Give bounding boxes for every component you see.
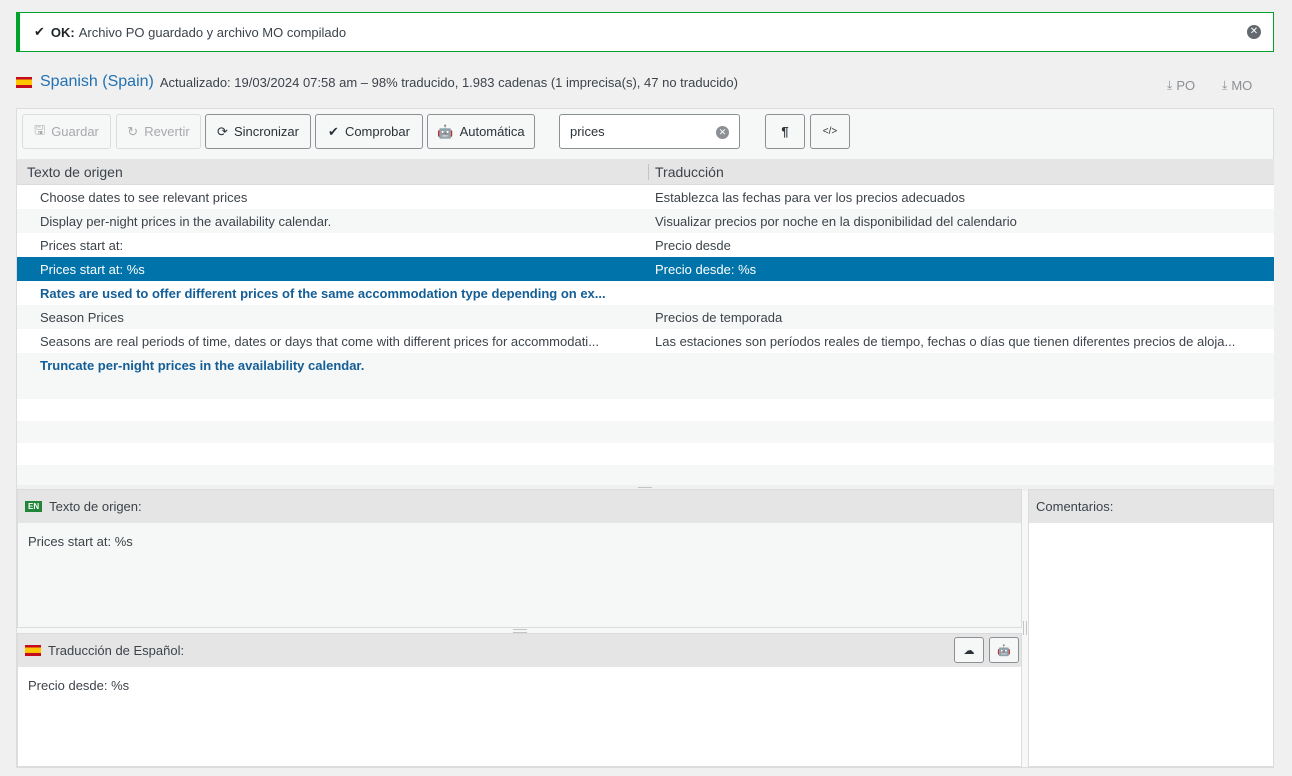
- row-source: Prices start at: %s: [40, 261, 145, 277]
- row-target: Precio desde: [655, 237, 731, 253]
- robot-icon: 🤖: [997, 644, 1011, 657]
- check-label: Comprobar: [344, 124, 410, 139]
- editor-toolbar: 🖫 Guardar ↻ Revertir ⟳ Sincronizar ✔ Com…: [17, 109, 1273, 159]
- code-icon: </>: [822, 126, 838, 137]
- toggle-code-button[interactable]: </>: [810, 114, 850, 149]
- download-mo-label: MO: [1231, 78, 1253, 93]
- checkmark-icon: ✔: [328, 123, 339, 139]
- table-row[interactable]: Season Prices Precios de temporada: [17, 305, 1274, 329]
- row-target: Precio desde: %s: [655, 261, 757, 277]
- row-source: Choose dates to see relevant prices: [40, 189, 248, 205]
- row-source: Seasons are real periods of time, dates …: [40, 333, 600, 349]
- source-pane: EN Texto de origen: Prices start at: %s: [17, 489, 1022, 628]
- pilcrow-icon: ¶: [781, 124, 789, 139]
- table-row[interactable]: Choose dates to see relevant prices Esta…: [17, 185, 1274, 209]
- toggle-invisibles-button[interactable]: ¶: [765, 114, 805, 149]
- download-icon: ⤓: [1222, 78, 1228, 92]
- spain-flag-icon: [25, 645, 41, 656]
- check-button[interactable]: ✔ Comprobar: [315, 114, 423, 149]
- row-source: Rates are used to offer different prices…: [40, 285, 606, 301]
- table-row-untranslated[interactable]: Rates are used to offer different prices…: [17, 281, 1274, 305]
- save-icon: 🖫: [34, 121, 46, 137]
- string-list: Texto de origen Traducción Choose dates …: [17, 159, 1274, 485]
- empty-row: [17, 421, 1274, 443]
- notice-status: OK:: [50, 24, 75, 40]
- empty-row: [17, 399, 1274, 421]
- target-pane: Traducción de Español: ☁ 🤖 Precio desde:…: [17, 633, 1022, 767]
- table-row-untranslated[interactable]: Truncate per-night prices in the availab…: [17, 353, 1274, 377]
- comments-pane-header: Comentarios:: [1029, 490, 1273, 523]
- search-field[interactable]: ✕: [559, 114, 740, 149]
- row-source: Truncate per-night prices in the availab…: [40, 357, 365, 373]
- empty-rows: [17, 377, 1274, 485]
- row-source: Prices start at:: [40, 237, 124, 253]
- download-po-label: PO: [1176, 78, 1196, 93]
- checkmark-icon: ✔: [34, 24, 45, 39]
- robot-icon: 🤖: [437, 123, 454, 139]
- revert-button[interactable]: ↻ Revertir: [116, 114, 201, 149]
- list-header: Texto de origen Traducción: [17, 159, 1274, 185]
- column-target-header[interactable]: Traducción: [649, 164, 724, 180]
- source-pane-header: EN Texto de origen:: [18, 490, 1021, 523]
- translation-text[interactable]: Precio desde: %s: [18, 667, 1021, 704]
- row-source: Display per-night prices in the availabi…: [40, 213, 332, 229]
- cloud-icon: ☁: [963, 644, 975, 657]
- table-row[interactable]: Display per-night prices in the availabi…: [17, 209, 1274, 233]
- dismiss-notice-icon[interactable]: ✕: [1247, 25, 1261, 39]
- sync-icon: ⟳: [217, 123, 228, 139]
- table-row-selected[interactable]: Prices start at: %s Precio desde: %s: [17, 257, 1274, 281]
- row-target: Precios de temporada: [655, 309, 783, 325]
- row-target: Las estaciones son períodos reales de ti…: [655, 333, 1236, 349]
- clear-search-icon[interactable]: ✕: [716, 126, 729, 139]
- cloud-suggest-button[interactable]: ☁: [954, 637, 984, 663]
- list-rows: Choose dates to see relevant prices Esta…: [17, 185, 1274, 377]
- sync-label: Sincronizar: [233, 124, 299, 139]
- notice-message: Archivo PO guardado y archivo MO compila…: [78, 24, 347, 40]
- row-target: Visualizar precios por noche en la dispo…: [655, 213, 1017, 229]
- search-input[interactable]: [570, 124, 710, 139]
- comments-pane: Comentarios:: [1028, 489, 1274, 767]
- empty-row: [17, 443, 1274, 465]
- translation-editor: 🖫 Guardar ↻ Revertir ⟳ Sincronizar ✔ Com…: [16, 108, 1274, 768]
- save-button[interactable]: 🖫 Guardar: [22, 114, 111, 149]
- row-source: Season Prices: [40, 309, 124, 325]
- revert-icon: ↻: [127, 123, 139, 139]
- download-po-button[interactable]: ⤓ PO: [1167, 78, 1195, 93]
- comments-pane-title: Comentarios:: [1036, 499, 1114, 514]
- auto-translate-string-button[interactable]: 🤖: [989, 637, 1019, 663]
- column-source-header[interactable]: Texto de origen: [17, 163, 649, 180]
- file-summary: Actualizado: 19/03/2024 07:58 am – 98% t…: [159, 74, 738, 90]
- target-pane-header: Traducción de Español: ☁ 🤖: [18, 634, 1021, 667]
- empty-row: [17, 377, 1274, 399]
- table-row[interactable]: Seasons are real periods of time, dates …: [17, 329, 1274, 353]
- english-flag-icon: EN: [25, 501, 43, 512]
- row-target: Establezca las fechas para ver los preci…: [655, 189, 966, 205]
- target-pane-title: Traducción de Español:: [48, 643, 185, 658]
- source-text: Prices start at: %s: [28, 534, 133, 549]
- auto-translate-button[interactable]: 🤖 Automática: [427, 114, 535, 149]
- language-link[interactable]: Spanish (Spain): [40, 73, 154, 91]
- sync-button[interactable]: ⟳ Sincronizar: [205, 114, 311, 149]
- success-notice: ✔ OK: Archivo PO guardado y archivo MO c…: [16, 12, 1274, 52]
- file-header: Spanish (Spain) Actualizado: 19/03/2024 …: [16, 72, 1274, 93]
- source-pane-title: Texto de origen:: [49, 499, 142, 514]
- auto-label: Automática: [459, 124, 525, 139]
- download-mo-button[interactable]: ⤓ MO: [1222, 78, 1252, 93]
- save-label: Guardar: [51, 124, 99, 139]
- revert-label: Revertir: [144, 124, 190, 139]
- spain-flag-icon: [16, 76, 32, 88]
- download-icon: ⤓: [1167, 78, 1173, 92]
- empty-row: [17, 465, 1274, 485]
- table-row[interactable]: Prices start at: Precio desde: [17, 233, 1274, 257]
